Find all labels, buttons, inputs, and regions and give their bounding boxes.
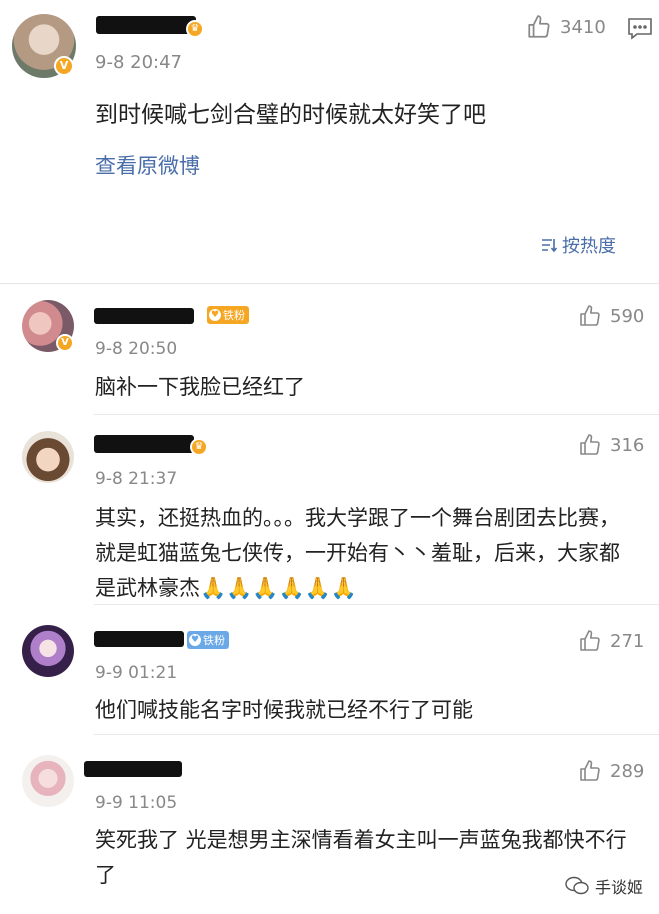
redacted-username (84, 761, 182, 777)
comment-like-count: 316 (610, 434, 645, 456)
comment-item: ♛ 9-8 21:37 316 其实，还挺热血的。。。我大学跟了一个舞台剧团去比… (0, 415, 659, 605)
view-original-link[interactable]: 查看原微博 (95, 150, 200, 180)
fan-badge: ♥ 铁粉 (207, 306, 249, 324)
redacted-username (96, 16, 196, 34)
comment-like-count: 271 (610, 630, 645, 652)
fan-badge-label: 铁粉 (223, 309, 245, 322)
comment-text: 脑补一下我脸已经红了 (95, 375, 305, 399)
verified-badge-icon: V (54, 56, 74, 76)
heart-icon: ♥ (189, 634, 201, 646)
comment-item: ♥ 铁粉 9-9 01:21 271 他们喊技能名字时候我就已经不行了可能 (0, 605, 659, 735)
heart-icon: ♥ (209, 309, 221, 321)
thumbs-up-icon (580, 630, 600, 651)
redacted-username (94, 435, 194, 453)
comment-item: 9-9 11:05 289 笑死我了 光是想男主深情看着女主叫一声蓝兔我都快不行… (0, 735, 659, 914)
comment-like-button[interactable]: 590 (578, 304, 644, 328)
comment-text: 其实，还挺热血的。。。我大学跟了一个舞台剧团去比赛，就是虹猫蓝兔七侠传，一开始有… (95, 506, 620, 600)
thumbs-up-icon (528, 15, 550, 38)
post-text: 到时候喊七剑合璧的时候就太好笑了吧 (95, 102, 486, 128)
comment-like-button[interactable]: 289 (578, 759, 644, 783)
commenter-avatar[interactable] (22, 625, 74, 677)
commenter-avatar[interactable] (22, 431, 74, 483)
thumbs-up-icon (580, 434, 600, 455)
commenter-avatar[interactable] (22, 755, 74, 807)
fan-badge-label: 铁粉 (203, 634, 225, 647)
comment-time: 9-9 11:05 (95, 793, 178, 813)
comment-text: 笑死我了 光是想男主深情看着女主叫一声蓝兔我都快不行了 (95, 828, 627, 887)
post-like-count: 3410 (560, 16, 606, 38)
comment-time: 9-8 20:50 (95, 339, 178, 359)
watermark: 手谈姬 (565, 874, 643, 898)
comment-time: 9-9 01:21 (95, 663, 178, 683)
comment-icon[interactable] (627, 17, 653, 41)
comment-like-count: 590 (610, 305, 645, 327)
original-post: V ♛ 9-8 20:47 3410 到时候喊七剑合璧的时候就太好笑了吧 查看原… (0, 0, 659, 283)
sort-icon (542, 239, 558, 253)
post-like-button[interactable]: 3410 (526, 14, 606, 40)
redacted-username (94, 631, 184, 647)
watermark-text: 手谈姬 (594, 878, 643, 897)
member-crown-icon: ♛ (186, 20, 204, 38)
wechat-icon (565, 876, 589, 895)
thumbs-up-icon (580, 305, 600, 326)
comment-like-count: 289 (610, 760, 645, 782)
comment-time: 9-8 21:37 (95, 469, 178, 489)
comment-item: V ♥ 铁粉 9-8 20:50 590 脑补一下我脸已经红了 (0, 284, 659, 415)
sort-label: 按热度 (562, 236, 616, 257)
comment-list: V ♥ 铁粉 9-8 20:50 590 脑补一下我脸已经红了 ♛ 9-8 21… (0, 283, 659, 914)
comment-like-button[interactable]: 271 (578, 629, 644, 653)
comment-like-button[interactable]: 316 (578, 433, 644, 457)
fan-badge: ♥ 铁粉 (187, 631, 229, 649)
thumbs-up-icon (580, 760, 600, 781)
comment-text: 他们喊技能名字时候我就已经不行了可能 (95, 698, 473, 722)
post-time: 9-8 20:47 (95, 52, 182, 73)
member-crown-icon: ♛ (190, 438, 208, 456)
verified-badge-icon: V (56, 334, 74, 352)
sort-by-hot-button[interactable]: 按热度 (540, 232, 616, 258)
redacted-username (94, 308, 194, 324)
